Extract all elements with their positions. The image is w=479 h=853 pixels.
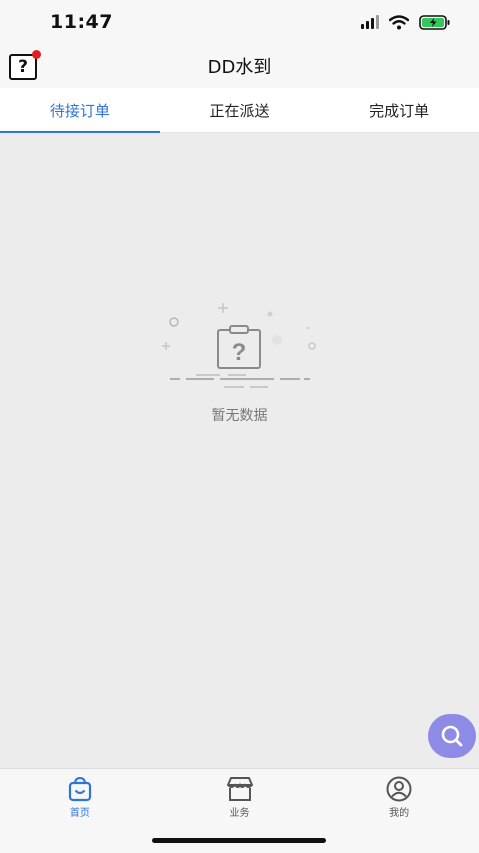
help-button[interactable]: ? — [9, 50, 41, 80]
floating-search-button[interactable] — [428, 714, 476, 758]
bottom-tab-home[interactable]: 首页 — [0, 769, 160, 853]
status-bar: 11:47 — [0, 0, 479, 44]
tab-completed-orders[interactable]: 完成订单 — [319, 88, 479, 132]
store-icon — [226, 777, 253, 801]
empty-state-text: 暂无数据 — [211, 408, 268, 424]
page-title: DD水到 — [207, 57, 272, 78]
bottom-tab-mine[interactable]: 我的 — [319, 769, 479, 853]
home-indicator — [152, 838, 326, 843]
status-time: 11:47 — [50, 11, 113, 33]
bottom-tab-mine-label: 我的 — [389, 808, 410, 819]
app-screen: 11:47 ? DD水到 待接订单 正在派送 完成订单 ? 暂无数据 首页 业务… — [0, 0, 479, 853]
shopping-bag-icon — [68, 776, 91, 802]
order-tabs: 待接订单 正在派送 完成订单 — [0, 88, 479, 133]
profile-icon — [386, 776, 412, 802]
clipboard-question-icon: ? — [162, 303, 316, 388]
search-icon — [441, 725, 463, 747]
bottom-tab-business-label: 业务 — [229, 808, 250, 819]
tab-delivering[interactable]: 正在派送 — [160, 88, 320, 132]
bottom-tab-home-label: 首页 — [69, 808, 90, 819]
notification-dot — [32, 50, 41, 59]
status-icons — [361, 14, 451, 30]
wifi-icon — [389, 14, 409, 29]
cellular-signal-icon — [361, 15, 379, 29]
tab-pending-orders[interactable]: 待接订单 — [0, 88, 160, 133]
empty-state: ? 暂无数据 — [0, 290, 479, 430]
nav-bar: ? DD水到 — [0, 44, 479, 88]
battery-charging-icon — [419, 14, 450, 30]
help-icon: ? — [18, 57, 28, 77]
svg-text:?: ? — [232, 339, 247, 366]
